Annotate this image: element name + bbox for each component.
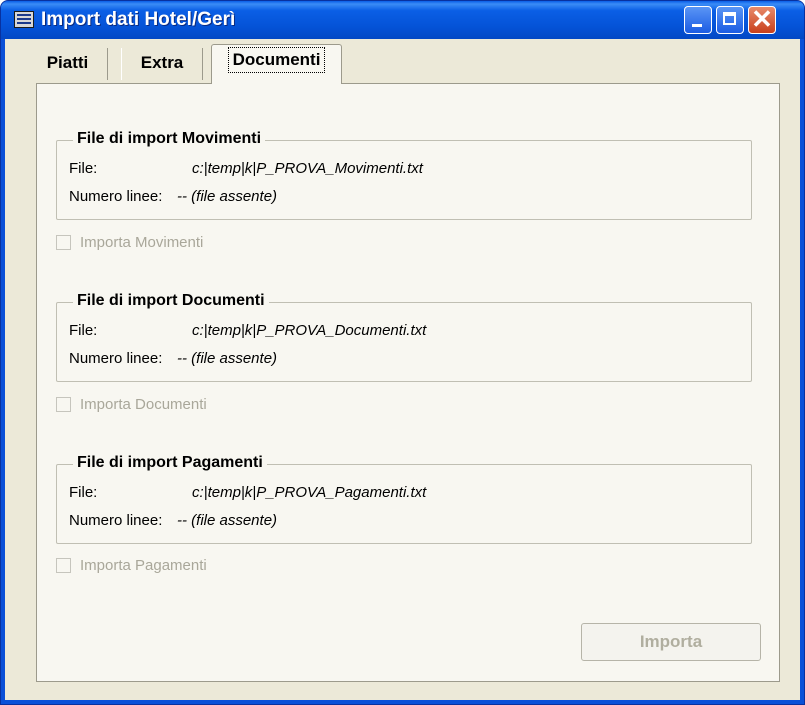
- importa-movimenti-checkbox[interactable]: Importa Movimenti: [56, 232, 203, 252]
- file-label: File:: [69, 484, 98, 501]
- line-count-label: Numero linee:: [69, 512, 163, 529]
- minimize-button[interactable]: [684, 6, 712, 34]
- minimize-icon: [692, 24, 702, 27]
- file-label: File:: [69, 160, 98, 177]
- checkbox-box[interactable]: [56, 234, 71, 250]
- group-documenti: File di import Documenti File: c:|temp|k…: [56, 292, 752, 382]
- line-count-value: -- (file assente): [177, 188, 278, 205]
- line-count-label: Numero linee:: [69, 188, 163, 205]
- tab-extra[interactable]: Extra: [121, 48, 203, 80]
- window-title: Import dati Hotel/Gerì: [41, 9, 236, 30]
- file-path-value: c:|temp|k|P_PROVA_Pagamenti.txt: [192, 484, 427, 501]
- group-title: File di import Movimenti: [73, 130, 266, 148]
- file-path-value: c:|temp|k|P_PROVA_Documenti.txt: [192, 322, 427, 339]
- group-movimenti: File di import Movimenti File: c:|temp|k…: [56, 130, 752, 220]
- importa-button[interactable]: Importa: [581, 623, 761, 661]
- importa-documenti-checkbox[interactable]: Importa Documenti: [56, 394, 207, 414]
- close-button[interactable]: ✕: [748, 4, 776, 34]
- checkbox-label: Importa Movimenti: [80, 233, 204, 251]
- close-icon: ✕: [751, 4, 773, 34]
- tab-documenti-label: Documenti: [227, 47, 326, 73]
- title-bar[interactable]: Import dati Hotel/Gerì ✕: [1, 1, 804, 39]
- checkbox-label: Importa Documenti: [80, 395, 207, 413]
- group-title: File di import Pagamenti: [73, 454, 267, 472]
- file-label: File:: [69, 322, 98, 339]
- group-title: File di import Documenti: [73, 292, 269, 310]
- app-window-icon[interactable]: [14, 11, 34, 28]
- maximize-icon: [723, 12, 736, 25]
- tab-piatti[interactable]: Piatti: [28, 48, 108, 80]
- checkbox-label: Importa Pagamenti: [80, 556, 207, 574]
- importa-pagamenti-checkbox[interactable]: Importa Pagamenti: [56, 555, 207, 575]
- file-path-value: c:|temp|k|P_PROVA_Movimenti.txt: [192, 160, 423, 177]
- tab-documenti[interactable]: Documenti: [211, 44, 342, 84]
- group-pagamenti: File di import Pagamenti File: c:|temp|k…: [56, 454, 752, 544]
- checkbox-box[interactable]: [56, 557, 71, 573]
- line-count-value: -- (file assente): [177, 512, 278, 529]
- line-count-value: -- (file assente): [177, 350, 278, 367]
- checkbox-box[interactable]: [56, 396, 71, 412]
- maximize-button[interactable]: [716, 6, 744, 34]
- line-count-label: Numero linee:: [69, 350, 163, 367]
